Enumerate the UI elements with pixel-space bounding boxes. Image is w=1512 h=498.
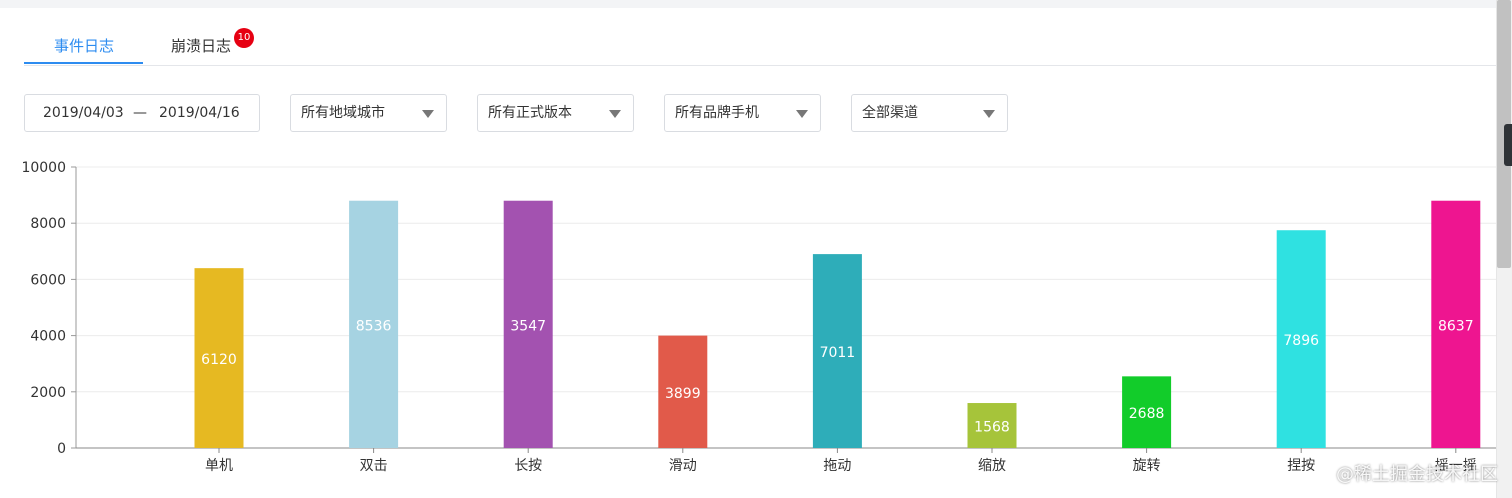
data-label: 1568: [974, 420, 1010, 436]
side-panel-handle[interactable]: [1504, 124, 1512, 166]
y-tick-label: 10000: [21, 160, 66, 176]
version-select[interactable]: 所有正式版本: [477, 94, 634, 132]
data-label: 8536: [356, 318, 392, 334]
x-tick-label: 单机: [205, 458, 233, 474]
date-end: 2019/04/16: [159, 105, 240, 121]
y-tick-label: 6000: [30, 272, 66, 288]
tab-crash-log[interactable]: 崩溃日志: [171, 35, 231, 56]
x-tick-label: 滑动: [669, 457, 697, 474]
version-select-value: 所有正式版本: [488, 105, 572, 121]
date-start: 2019/04/03: [43, 105, 124, 121]
x-tick-label: 双击: [360, 458, 388, 474]
tab-bar: 事件日志 崩溃日志 10: [24, 8, 1496, 66]
x-tick-label: 旋转: [1133, 458, 1161, 474]
chevron-down-icon: [796, 110, 808, 118]
y-tick-label: 4000: [30, 329, 66, 345]
channel-select-value: 全部渠道: [862, 105, 918, 121]
data-label: 3899: [665, 386, 701, 402]
y-tick-label: 0: [57, 441, 66, 457]
chevron-down-icon: [983, 110, 995, 118]
data-label: 6120: [201, 352, 237, 368]
top-strip: [0, 0, 1496, 8]
chevron-down-icon: [609, 110, 621, 118]
chevron-down-icon: [422, 110, 434, 118]
y-tick-label: 8000: [30, 216, 66, 232]
data-label: 7011: [820, 345, 856, 361]
data-label: 2688: [1129, 406, 1165, 422]
x-tick-label: 拖动: [823, 458, 851, 474]
brand-select-value: 所有品牌手机: [675, 105, 759, 121]
region-select-value: 所有地域城市: [301, 105, 385, 121]
x-tick-label: 长按: [514, 458, 542, 474]
date-separator: —: [133, 105, 147, 121]
region-select[interactable]: 所有地域城市: [290, 94, 447, 132]
data-label: 3547: [510, 318, 546, 334]
channel-select[interactable]: 全部渠道: [851, 94, 1008, 132]
data-label: 8637: [1438, 318, 1474, 334]
bar-chart: 0 2000 4000 6000 8000 10000 6120 单机 8536 双击 3547 长按…: [21, 160, 1496, 474]
x-tick-label: 缩放: [978, 458, 1006, 474]
y-tick-label: 2000: [30, 385, 66, 401]
brand-select[interactable]: 所有品牌手机: [664, 94, 821, 132]
active-tab-indicator: [24, 62, 143, 64]
x-tick-label: 捏按: [1287, 458, 1315, 474]
tab-event-log[interactable]: 事件日志: [54, 35, 114, 56]
crash-count-badge: 10: [234, 28, 254, 48]
data-label: 7896: [1283, 333, 1319, 349]
date-range-picker[interactable]: 2019/04/03 — 2019/04/16: [24, 94, 260, 132]
watermark: @稀土掘金技术社区: [1336, 464, 1498, 485]
